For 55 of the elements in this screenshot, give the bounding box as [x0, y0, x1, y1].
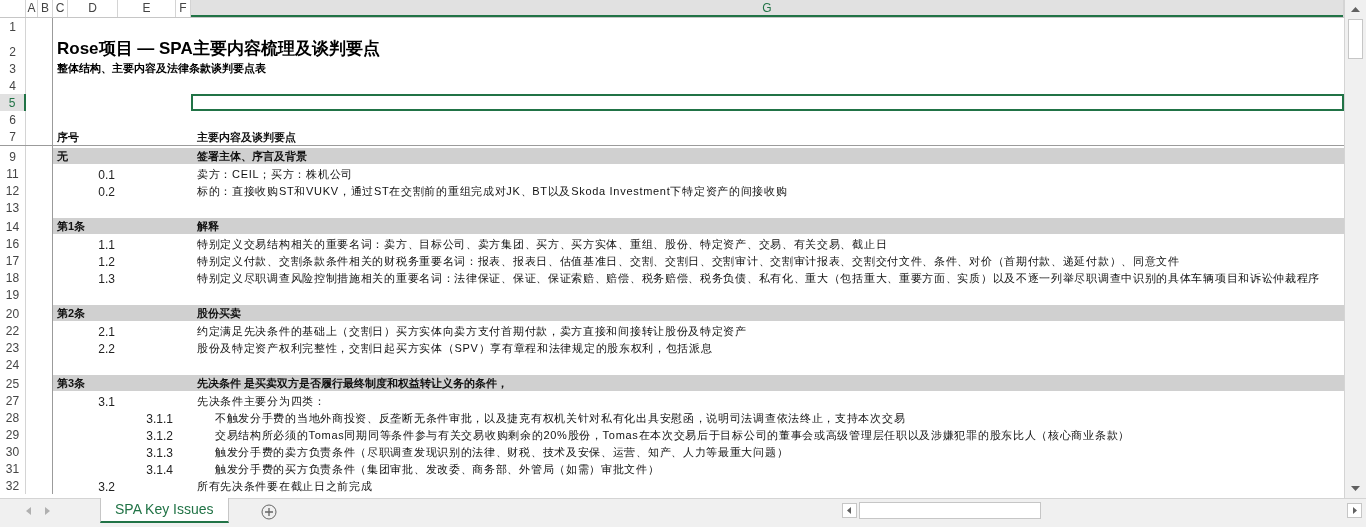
sheet-tab[interactable]: SPA Key Issues [100, 498, 229, 523]
previous-sheet-icon[interactable] [26, 507, 31, 515]
item-text: 不触发分手费的当地外商投资、反垄断无条件审批，以及捷克有权机关针对私有化出具安慰函，说明司法调查依法终止，支持本次交易 [214, 411, 907, 426]
column-header[interactable]: C [53, 0, 68, 17]
row-header[interactable]: 5 [0, 94, 26, 111]
item-number: 0.2 [97, 185, 116, 199]
item-number: 0.1 [97, 168, 116, 182]
item-number: 3.2 [97, 480, 116, 494]
item-number: 3.1.2 [145, 429, 174, 443]
item-text: 特别定义付款、交割条款条件相关的财税务重要名词：报表、报表日、估值基准日、交割、交割日、交割审计、交割审计报表、交割交付文件、条件、对价（首期付款、递延付款）、同意文件 [196, 254, 1181, 269]
section-title: 签署主体、序言及背景 [196, 148, 308, 164]
section-title: 先决条件 是买卖双方是否履行最终制度和权益转让义务的条件， [196, 375, 510, 391]
item-text: 交易结构所必须的Tomas同期同等条件参与有关交易收购剩余的20%股份，Tomas在本次交易后于目标公司的董事会或高级管理层任职以及涉嫌犯罪的股东比人（核心商业条款） [214, 428, 1131, 443]
item-text: 触发分手费的买方负责条件（集团审批、发改委、商务部、外管局（如需）审批文件） [214, 462, 661, 477]
item-text: 约定满足先决条件的基础上（交割日）买方实体向卖方支付首期付款，卖方直接和间接转让股份及特定资产 [196, 324, 748, 339]
scroll-down-icon[interactable] [1351, 486, 1360, 491]
column-header[interactable]: G [191, 0, 1344, 17]
section-number: 第1条 [56, 218, 87, 234]
item-text: 卖方：CEIL；买方：株机公司 [196, 167, 354, 182]
vertical-scrollbar[interactable] [1344, 0, 1366, 498]
item-text: 标的：直接收购ST和VUKV，通过ST在交割前的重组完成对JK、BT以及Skoda Investment下特定资产的间接收购 [196, 184, 789, 199]
section-title: 股份买卖 [196, 305, 242, 321]
item-number: 2.2 [97, 342, 116, 356]
scroll-up-icon[interactable] [1351, 7, 1360, 12]
section-number: 第2条 [56, 305, 87, 321]
item-text: 特别定义尽职调查风险控制措施相关的重要名词：法律保证、保证、保证索赔、赔偿、税务赔偿、税务负债、私有化、重大（包括重大、重要方面、实质）以及不逐一列举尽职调查中识别的具体车辆项目和诉讼仲裁程序 [196, 271, 1322, 286]
item-number: 3.1.1 [145, 412, 174, 426]
scroll-thumb[interactable] [1348, 19, 1363, 59]
item-number: 1.3 [97, 272, 116, 286]
section-title: 解释 [196, 218, 220, 234]
section-number: 无 [56, 148, 69, 164]
item-number: 2.1 [97, 325, 116, 339]
item-number: 1.2 [97, 255, 116, 269]
item-text: 先决条件主要分为四类： [196, 394, 327, 409]
next-sheet-icon[interactable] [45, 507, 50, 515]
column-title: 主要内容及谈判要点 [196, 130, 297, 145]
horizontal-scrollbar[interactable] [842, 502, 1362, 519]
item-number: 3.1.4 [145, 463, 174, 477]
scroll-thumb[interactable] [859, 502, 1041, 519]
sheet-title: Rose项目 — SPA主要内容梳理及谈判要点 [56, 38, 381, 60]
scroll-right-icon[interactable] [1347, 503, 1362, 518]
scroll-left-icon[interactable] [842, 503, 857, 518]
column-title: 序号 [56, 130, 80, 145]
column-header[interactable]: A [26, 0, 38, 17]
section-number: 第3条 [56, 375, 87, 391]
item-number: 1.1 [97, 238, 116, 252]
item-text: 所有先决条件要在截止日之前完成 [196, 479, 374, 494]
item-number: 3.1.3 [145, 446, 174, 460]
sheet-subtitle: 整体结构、主要内容及法律条款谈判要点表 [56, 61, 267, 76]
item-number: 3.1 [97, 395, 116, 409]
selected-cell[interactable] [191, 94, 1344, 111]
item-text: 股份及特定资产权利完整性，交割日起买方实体（SPV）享有章程和法律规定的股东权利，包括派息 [196, 341, 714, 356]
item-text: 特别定义交易结构相关的重要名词：卖方、目标公司、卖方集团、买方、买方实体、重组、股份、特定资产、交易、有关交易、截止日 [196, 237, 889, 252]
item-text: 触发分手费的卖方负责条件（尽职调查发现识别的法律、财税、技术及安保、运营、知产、人力等最重大问题） [214, 445, 790, 460]
add-sheet-icon[interactable] [260, 504, 277, 520]
